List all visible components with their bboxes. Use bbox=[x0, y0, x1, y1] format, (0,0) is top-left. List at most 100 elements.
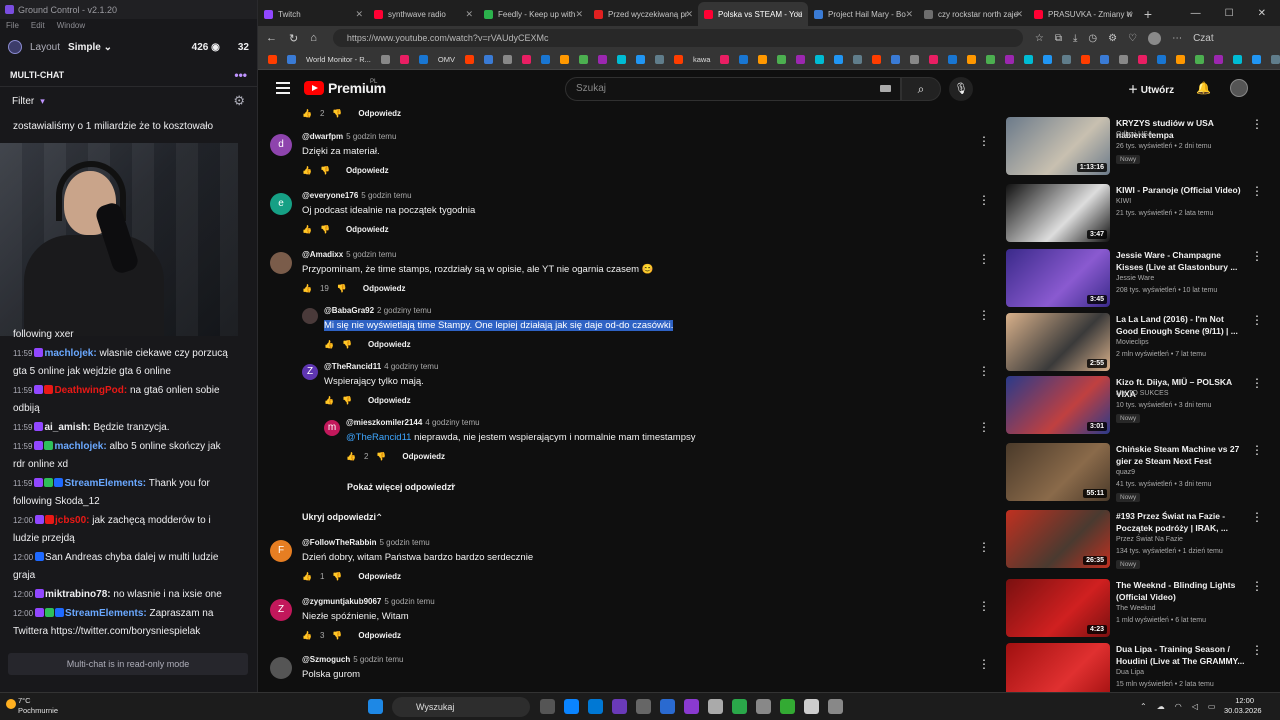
comment-time[interactable]: 5 godzin temu bbox=[346, 250, 396, 259]
maximize-icon[interactable]: ☐ bbox=[1225, 2, 1234, 26]
reply-button[interactable]: Odpowiedz bbox=[358, 631, 401, 640]
video-channel[interactable]: quaz9 bbox=[1116, 469, 1135, 476]
comment-time[interactable]: 5 godzin temu bbox=[384, 597, 434, 606]
chat-username[interactable]: StreamElements: bbox=[65, 608, 147, 619]
taskbar-app-icon[interactable] bbox=[660, 699, 675, 714]
more-icon[interactable]: ⋮ bbox=[978, 252, 990, 266]
taskbar-app-icon[interactable] bbox=[564, 699, 579, 714]
video-thumbnail[interactable]: 1:13:16 bbox=[1006, 117, 1110, 175]
bookmark-item[interactable]: kawa bbox=[693, 55, 711, 64]
comment-author[interactable]: @mieszkomiler2144 4 godziny temu bbox=[346, 418, 480, 427]
video-card[interactable]: Dua Lipa - Training Season / Houdini (Li… bbox=[998, 643, 1268, 692]
bookmark-icon[interactable] bbox=[796, 55, 806, 64]
menu-file[interactable]: File bbox=[6, 21, 19, 30]
video-channel[interactable]: Dua Lipa bbox=[1116, 669, 1144, 676]
copilot-button[interactable]: Czat bbox=[1193, 33, 1214, 44]
video-thumbnail[interactable]: 4:23 bbox=[1006, 579, 1110, 637]
bookmark-icon[interactable] bbox=[1233, 55, 1243, 64]
show-more-replies-button[interactable]: Pokaż więcej odpowiedzi bbox=[347, 482, 454, 492]
comment-time[interactable]: 5 godzin temu bbox=[379, 538, 429, 547]
avatar[interactable] bbox=[302, 308, 318, 324]
taskbar-app-icon[interactable] bbox=[708, 699, 723, 714]
taskbar-app-icon[interactable] bbox=[588, 699, 603, 714]
browser-tab[interactable]: czy rockstar north zaje ✕ bbox=[918, 2, 1028, 26]
taskbar-app-icon[interactable] bbox=[684, 699, 699, 714]
video-card[interactable]: 3:47 KIWI - Paranoje (Official Video) KIWI… bbox=[998, 184, 1268, 242]
bookmark-item[interactable]: OMV bbox=[438, 55, 455, 64]
avatar[interactable]: F bbox=[270, 540, 292, 562]
author-name[interactable]: @BabaGra92 bbox=[324, 306, 374, 315]
search-input[interactable]: Szukaj bbox=[565, 77, 901, 101]
more-icon[interactable]: ⋮ bbox=[1251, 184, 1263, 198]
like-icon[interactable]: 👍 bbox=[346, 452, 356, 461]
dislike-icon[interactable]: 👎 bbox=[376, 452, 386, 461]
author-name[interactable]: @mieszkomiler2144 bbox=[346, 418, 422, 427]
browser-tab[interactable]: synthwave radio ✕ bbox=[368, 2, 478, 26]
video-channel[interactable]: Jessie Ware bbox=[1116, 275, 1154, 282]
more-icon[interactable]: ⋯ bbox=[1172, 33, 1182, 44]
author-name[interactable]: @TheRancid11 bbox=[324, 362, 381, 371]
bookmark-icon[interactable] bbox=[578, 55, 588, 64]
bookmark-icon[interactable] bbox=[380, 55, 390, 64]
video-title[interactable]: La La Land (2016) - I'm Not Good Enough … bbox=[1116, 313, 1246, 337]
author-name[interactable]: @zygmuntjakub9067 bbox=[302, 597, 381, 606]
more-icon[interactable]: ⋮ bbox=[978, 193, 990, 207]
comment-time[interactable]: 4 godziny temu bbox=[384, 362, 438, 371]
video-card[interactable]: 26:35 #193 Przez Świat na Fazie - Począte… bbox=[998, 510, 1268, 569]
video-channel[interactable]: Odkryj USA bbox=[1116, 131, 1153, 138]
bookmark-icon[interactable] bbox=[891, 55, 901, 64]
video-title[interactable]: The Weeknd - Blinding Lights (Official V… bbox=[1116, 579, 1246, 603]
browser-tab[interactable]: Przed wyczekiwaną pr ✕ bbox=[588, 2, 698, 26]
chat-username[interactable]: ai_amish: bbox=[44, 422, 90, 433]
bookmark-item[interactable]: World Monitor - R... bbox=[306, 55, 371, 64]
bookmark-icon[interactable] bbox=[929, 55, 939, 64]
bookmark-icon[interactable] bbox=[948, 55, 958, 64]
more-icon[interactable]: ⋮ bbox=[978, 540, 990, 554]
video-card[interactable]: 4:23 The Weeknd - Blinding Lights (Offici… bbox=[998, 579, 1268, 637]
video-card[interactable]: 3:45 Jessie Ware - Champagne Kisses (Live… bbox=[998, 249, 1268, 307]
taskbar-app-icon[interactable] bbox=[636, 699, 651, 714]
video-title[interactable]: #193 Przez Świat na Fazie - Początek pod… bbox=[1116, 510, 1246, 534]
clock[interactable]: 12:00 30.03.2026 bbox=[1224, 696, 1262, 716]
close-icon[interactable]: ✕ bbox=[465, 9, 473, 20]
avatar[interactable]: Z bbox=[302, 364, 318, 380]
new-tab-icon[interactable]: + bbox=[1138, 2, 1158, 26]
settings-icon[interactable]: ⚙ bbox=[1108, 33, 1117, 44]
bookmark-icon[interactable] bbox=[418, 55, 428, 64]
browser-tab[interactable]: Feedly - Keep up with ✕ bbox=[478, 2, 588, 26]
video-thumbnail[interactable] bbox=[1006, 643, 1110, 692]
more-icon[interactable]: ⋮ bbox=[1251, 117, 1263, 131]
more-icon[interactable]: ⋮ bbox=[1251, 313, 1263, 327]
more-icon[interactable]: ⋮ bbox=[1251, 510, 1263, 524]
more-icon[interactable]: ⋮ bbox=[978, 308, 990, 322]
avatar[interactable] bbox=[8, 40, 22, 54]
reload-icon[interactable]: ↻ bbox=[289, 32, 298, 45]
like-icon[interactable]: 👍 bbox=[302, 166, 312, 175]
bookmark-icon[interactable] bbox=[597, 55, 607, 64]
bookmark-icon[interactable] bbox=[1214, 55, 1224, 64]
dislike-icon[interactable]: 👎 bbox=[337, 284, 347, 293]
comment-author[interactable]: @FollowTheRabbin 5 godzin temu bbox=[302, 538, 430, 547]
more-icon[interactable]: ⋮ bbox=[978, 599, 990, 613]
bookmark-icon[interactable] bbox=[483, 55, 493, 64]
reply-button[interactable]: Odpowiedz bbox=[368, 396, 411, 405]
bookmark-icon[interactable] bbox=[654, 55, 664, 64]
minimize-icon[interactable]: — bbox=[1191, 2, 1201, 26]
bookmark-icon[interactable] bbox=[268, 55, 277, 64]
mention-link[interactable]: @TheRancid11 bbox=[346, 432, 411, 443]
more-icon[interactable]: ⋮ bbox=[978, 134, 990, 148]
dislike-icon[interactable]: 👎 bbox=[320, 166, 330, 175]
bookmark-icon[interactable] bbox=[758, 55, 768, 64]
author-name[interactable]: @Szmoguch bbox=[302, 655, 350, 664]
author-name[interactable]: @Amadixx bbox=[302, 250, 343, 259]
avatar[interactable]: Z bbox=[270, 599, 292, 621]
bookmark-icon[interactable] bbox=[616, 55, 626, 64]
bookmark-icon[interactable] bbox=[777, 55, 787, 64]
chat-username[interactable]: DeathwingPod: bbox=[54, 385, 127, 396]
bookmark-icon[interactable] bbox=[287, 55, 296, 64]
browser-tab[interactable]: PRASUVKA - Zmiany w ✕ bbox=[1028, 2, 1138, 26]
close-icon[interactable]: ✕ bbox=[905, 9, 913, 20]
bookmark-icon[interactable] bbox=[399, 55, 409, 64]
video-channel[interactable]: Movieclips bbox=[1116, 339, 1149, 346]
avatar[interactable] bbox=[1230, 79, 1248, 97]
